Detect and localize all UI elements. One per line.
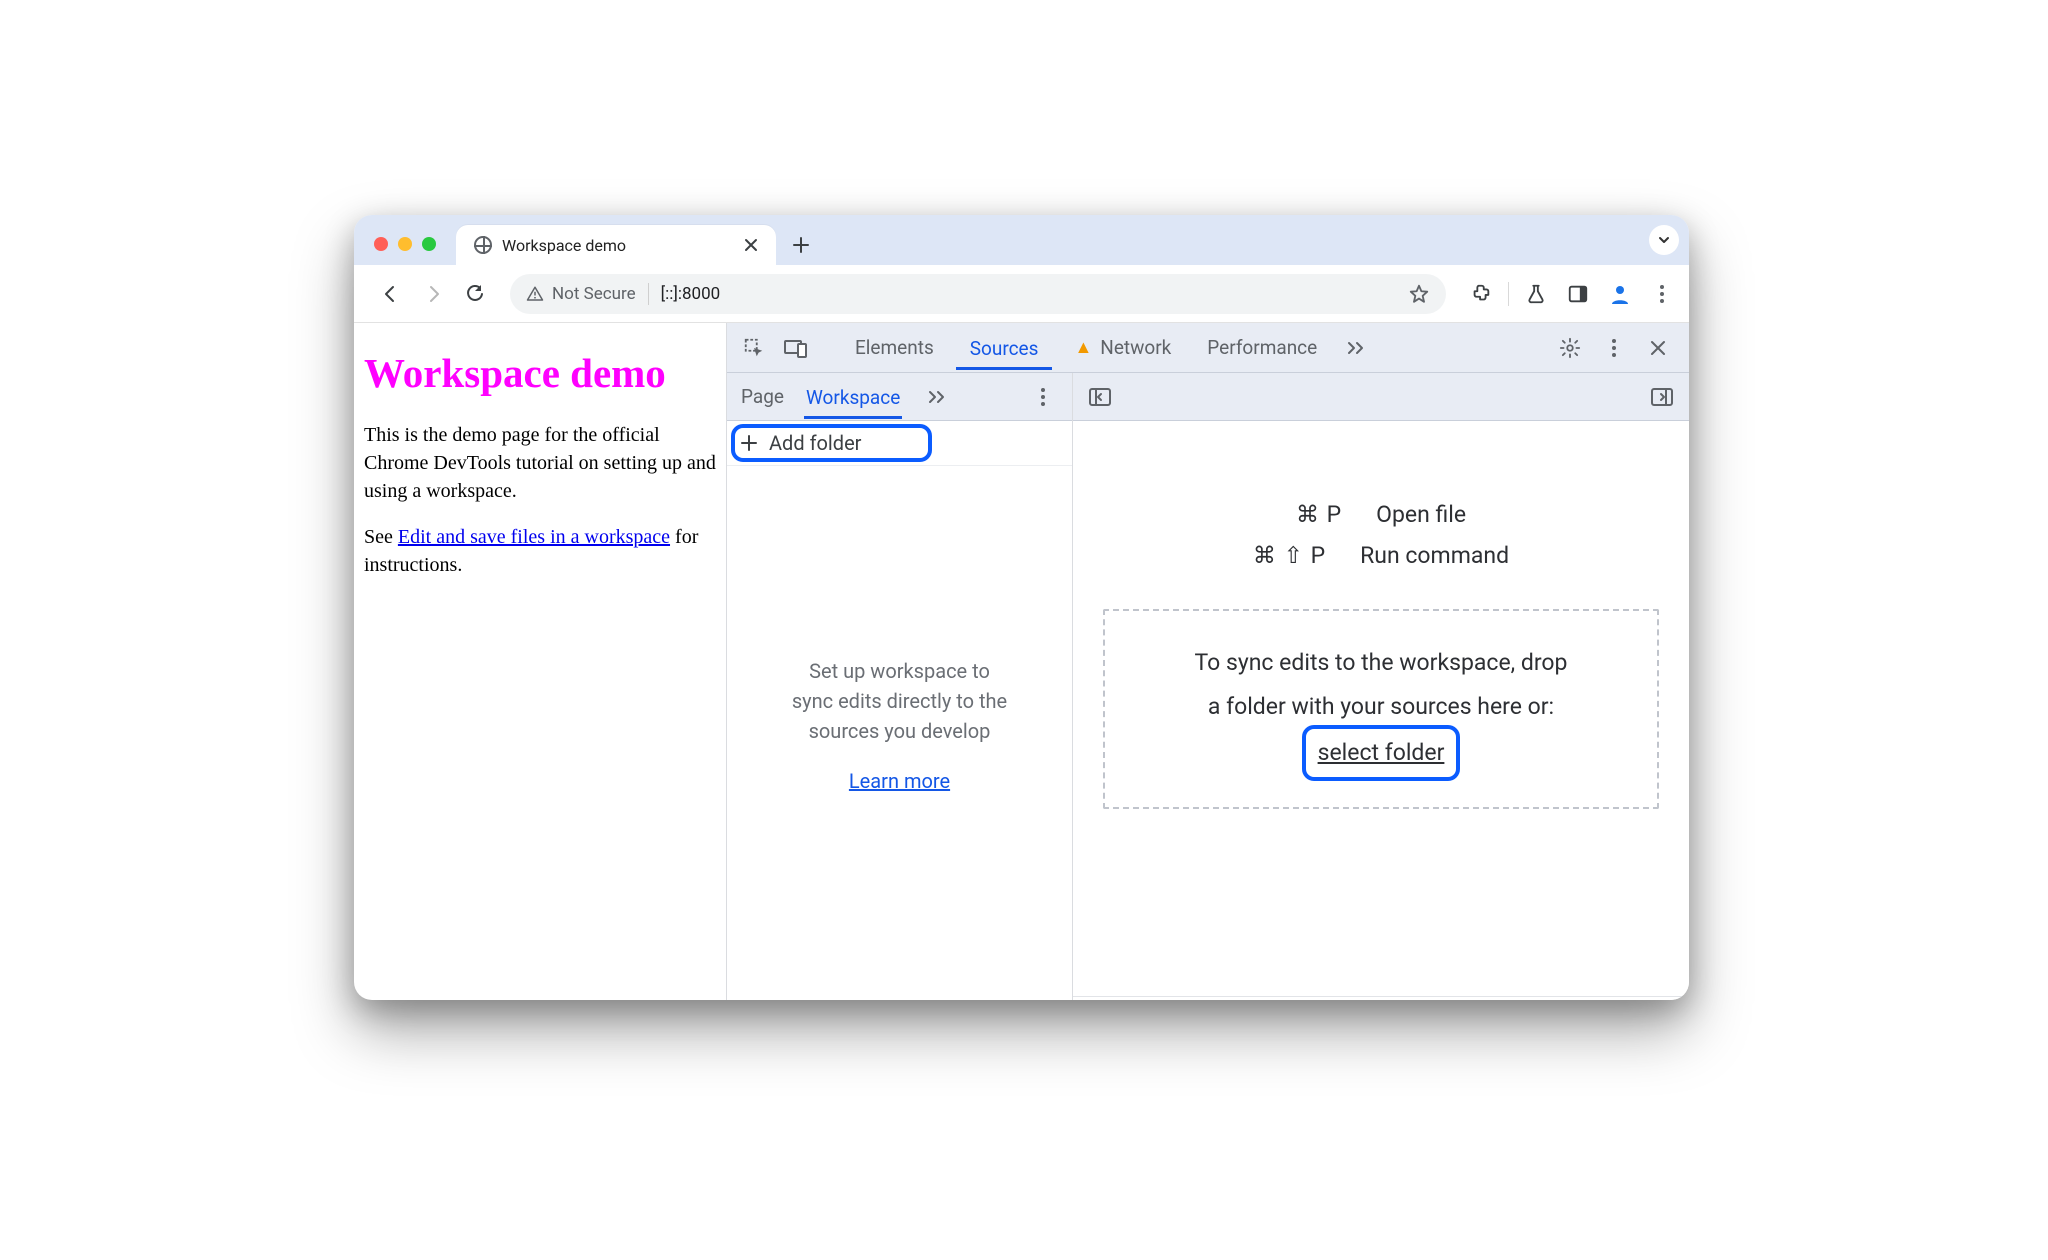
shortcut-label-openfile: Open file [1376, 501, 1466, 528]
back-button[interactable] [374, 277, 408, 311]
page-paragraph-1: This is the demo page for the official C… [364, 421, 716, 505]
tabstrip-dropdown-button[interactable] [1649, 225, 1679, 255]
warning-icon: ▲ [1074, 337, 1092, 358]
toolbar-separator [1508, 282, 1509, 306]
bookmark-star-button[interactable] [1408, 283, 1430, 305]
window-close-button[interactable] [374, 237, 388, 251]
more-tabs-button[interactable] [1339, 331, 1373, 365]
toggle-debugger-icon[interactable] [1645, 380, 1679, 414]
omnibox[interactable]: Not Secure [::]:8000 [510, 274, 1446, 314]
forward-button[interactable] [416, 277, 450, 311]
devtools-body: Page Workspace Add folder [727, 373, 1689, 1000]
select-folder-link[interactable]: select folder [1308, 729, 1455, 777]
extensions-button[interactable] [1464, 277, 1498, 311]
tab-network[interactable]: ▲ Network [1060, 326, 1185, 369]
profile-button[interactable] [1603, 277, 1637, 311]
sources-editor: ⌘ P Open file ⌘ ⇧ P Run command To sync … [1073, 373, 1689, 1000]
devtools-menu-button[interactable] [1597, 331, 1631, 365]
security-chip[interactable]: Not Secure [526, 284, 636, 304]
shortcut-label-runcommand: Run command [1360, 542, 1509, 569]
window-zoom-button[interactable] [422, 237, 436, 251]
sidepanel-button[interactable] [1561, 277, 1595, 311]
url-text: [::]:8000 [661, 284, 721, 304]
nav-menu-button[interactable] [1026, 380, 1060, 414]
workspace-dropzone[interactable]: To sync edits to the workspace, drop a f… [1103, 609, 1659, 809]
toggle-navigator-icon[interactable] [1083, 380, 1117, 414]
workspace-empty-state: Set up workspace to sync edits directly … [727, 466, 1072, 1000]
tab-close-button[interactable] [740, 234, 762, 256]
labs-button[interactable] [1519, 277, 1553, 311]
nav-tab-workspace[interactable]: Workspace [804, 376, 902, 419]
security-label: Not Secure [552, 284, 636, 304]
shortcut-keys-runcommand: ⌘ ⇧ P [1253, 542, 1326, 569]
globe-icon [474, 236, 492, 254]
shortcut-hints: ⌘ P Open file ⌘ ⇧ P Run command [1073, 421, 1689, 599]
devtools-close-button[interactable] [1641, 331, 1675, 365]
tab-performance[interactable]: Performance [1193, 326, 1331, 369]
nav-tab-page[interactable]: Page [739, 375, 786, 418]
traffic-lights [374, 237, 436, 265]
browser-window: Workspace demo [354, 215, 1689, 1000]
add-folder-button[interactable]: Add folder [727, 421, 1072, 466]
devtools-panel: Elements Sources ▲ Network Performance [726, 323, 1689, 1000]
plus-icon [739, 433, 759, 453]
learn-more-link[interactable]: Learn more [849, 766, 950, 796]
window-minimize-button[interactable] [398, 237, 412, 251]
device-toolbar-icon[interactable] [779, 331, 813, 365]
sources-navigator: Page Workspace Add folder [727, 373, 1073, 1000]
page-paragraph-2: See Edit and save files in a workspace f… [364, 523, 716, 579]
settings-icon[interactable] [1553, 331, 1587, 365]
add-folder-label: Add folder [769, 431, 861, 455]
editor-toolbar [1073, 373, 1689, 421]
browser-tabstrip: Workspace demo [354, 215, 1689, 265]
rendered-page: Workspace demo This is the demo page for… [354, 323, 726, 1000]
tab-elements[interactable]: Elements [841, 326, 948, 369]
omnibox-separator [648, 283, 649, 305]
editor-bottom-border [1073, 996, 1689, 1000]
nav-more-tabs-button[interactable] [920, 380, 954, 414]
tab-sources[interactable]: Sources [956, 327, 1053, 370]
new-tab-button[interactable] [784, 228, 818, 262]
warning-icon [526, 285, 544, 303]
reload-button[interactable] [458, 277, 492, 311]
browser-menu-button[interactable] [1645, 277, 1679, 311]
browser-toolbar: Not Secure [::]:8000 [354, 265, 1689, 323]
browser-tab-title: Workspace demo [502, 236, 626, 255]
shortcut-keys-openfile: ⌘ P [1296, 501, 1342, 528]
browser-tab-active[interactable]: Workspace demo [456, 225, 776, 265]
navigator-tabs: Page Workspace [727, 373, 1072, 421]
inspect-element-icon[interactable] [737, 331, 771, 365]
content-area: Workspace demo This is the demo page for… [354, 323, 1689, 1000]
devtools-topbar: Elements Sources ▲ Network Performance [727, 323, 1689, 373]
page-heading: Workspace demo [364, 349, 716, 397]
workspace-tutorial-link[interactable]: Edit and save files in a workspace [398, 526, 670, 548]
